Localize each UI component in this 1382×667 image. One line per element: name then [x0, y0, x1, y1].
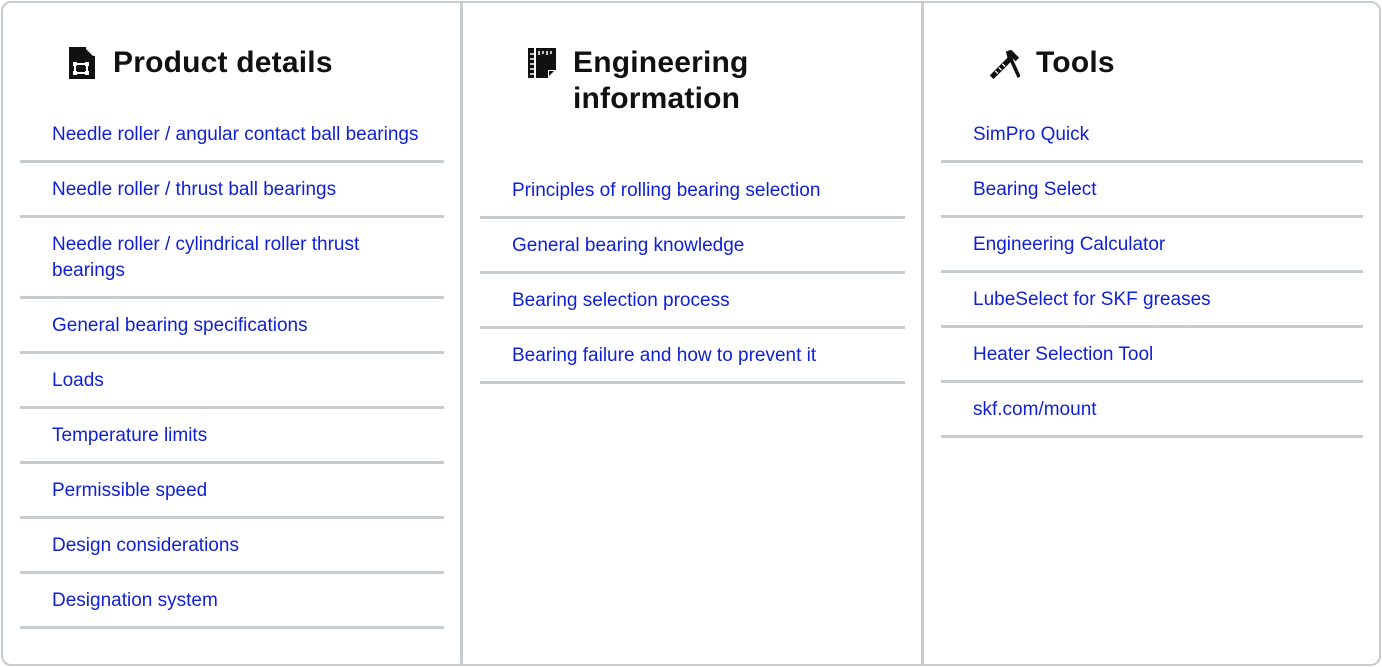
product-details-title: Product details	[113, 46, 333, 79]
link-general-bearing-knowledge[interactable]: General bearing knowledge	[512, 233, 881, 259]
list-item: Bearing selection process	[480, 274, 905, 329]
product-details-links: Needle roller / angular contact ball bea…	[20, 108, 444, 629]
list-item: Bearing failure and how to prevent it	[480, 329, 905, 384]
list-item: Temperature limits	[20, 409, 444, 464]
list-item: Loads	[20, 354, 444, 409]
link-engineering-calculator[interactable]: Engineering Calculator	[973, 232, 1339, 258]
link-bearing-selection-process[interactable]: Bearing selection process	[512, 288, 881, 314]
tools-header: Tools	[941, 3, 1363, 81]
engineering-information-column: Engineering information Principles of ro…	[460, 3, 921, 664]
link-heater-selection-tool[interactable]: Heater Selection Tool	[973, 342, 1339, 368]
link-skf-mount[interactable]: skf.com/mount	[973, 397, 1339, 423]
product-details-header: Product details	[20, 3, 444, 81]
list-item: Design considerations	[20, 519, 444, 574]
link-design-considerations[interactable]: Design considerations	[52, 533, 420, 559]
list-item: General bearing specifications	[20, 299, 444, 354]
list-item: Principles of rolling bearing selection	[480, 164, 905, 219]
list-item: LubeSelect for SKF greases	[941, 273, 1363, 328]
link-lubeselect[interactable]: LubeSelect for SKF greases	[973, 287, 1339, 313]
link-permissible-speed[interactable]: Permissible speed	[52, 478, 420, 504]
tools-links: SimPro Quick Bearing Select Engineering …	[941, 108, 1363, 438]
list-item: Needle roller / angular contact ball bea…	[20, 108, 444, 163]
list-item: General bearing knowledge	[480, 219, 905, 274]
link-principles-bearing-selection[interactable]: Principles of rolling bearing selection	[512, 178, 881, 204]
tools-title: Tools	[1036, 46, 1115, 79]
engineering-information-header: Engineering information	[480, 3, 905, 117]
link-needle-roller-angular-contact[interactable]: Needle roller / angular contact ball bea…	[52, 122, 420, 148]
link-general-bearing-specifications[interactable]: General bearing specifications	[52, 313, 420, 339]
link-designation-system[interactable]: Designation system	[52, 588, 420, 614]
engineering-information-title: Engineering information	[573, 46, 749, 115]
link-needle-roller-cylindrical-thrust[interactable]: Needle roller / cylindrical roller thrus…	[52, 232, 420, 284]
link-simpro-quick[interactable]: SimPro Quick	[973, 122, 1339, 148]
tools-column: Tools SimPro Quick Bearing Select Engine…	[921, 3, 1379, 664]
list-item: Permissible speed	[20, 464, 444, 519]
link-loads[interactable]: Loads	[52, 368, 420, 394]
engineering-information-links: Principles of rolling bearing selection …	[480, 164, 905, 384]
link-temperature-limits[interactable]: Temperature limits	[52, 423, 420, 449]
hammer-ruler-icon	[990, 49, 1020, 80]
link-needle-roller-thrust-ball[interactable]: Needle roller / thrust ball bearings	[52, 177, 420, 203]
list-item: Heater Selection Tool	[941, 328, 1363, 383]
list-item: skf.com/mount	[941, 383, 1363, 438]
links-panel: Product details Needle roller / angular …	[1, 1, 1381, 666]
list-item: Designation system	[20, 574, 444, 629]
product-details-column: Product details Needle roller / angular …	[3, 3, 460, 664]
link-bearing-select[interactable]: Bearing Select	[973, 177, 1339, 203]
document-icon	[69, 47, 95, 79]
list-item: Bearing Select	[941, 163, 1363, 218]
link-bearing-failure[interactable]: Bearing failure and how to prevent it	[512, 343, 881, 369]
list-item: SimPro Quick	[941, 108, 1363, 163]
list-item: Engineering Calculator	[941, 218, 1363, 273]
list-item: Needle roller / cylindrical roller thrus…	[20, 218, 444, 299]
notebook-ruler-icon	[528, 48, 556, 78]
list-item: Needle roller / thrust ball bearings	[20, 163, 444, 218]
